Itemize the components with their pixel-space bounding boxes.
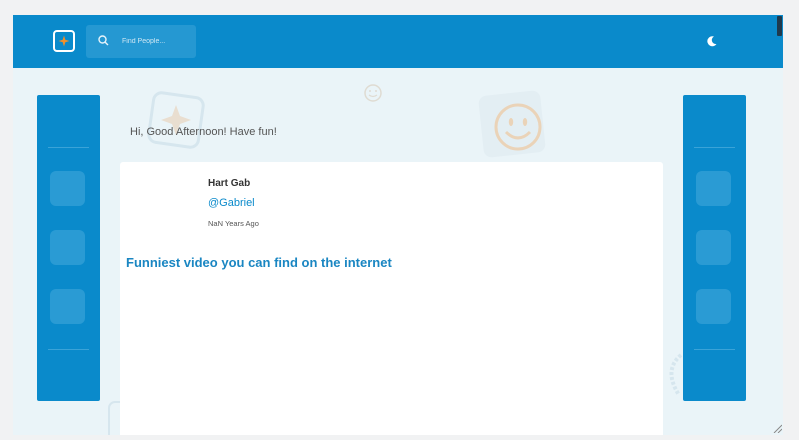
sidebar-tile[interactable]	[50, 289, 85, 324]
scrollbar-track[interactable]	[776, 15, 783, 435]
post-card: Hart Gab @Gabriel NaN Years Ago Funniest…	[120, 162, 663, 435]
sidebar-divider	[48, 147, 89, 148]
sidebar-divider	[694, 147, 735, 148]
top-navigation-bar	[13, 15, 783, 68]
moon-icon[interactable]	[706, 35, 718, 47]
post-timestamp: NaN Years Ago	[208, 219, 259, 228]
search-icon	[98, 35, 109, 46]
resize-grip-icon[interactable]	[772, 423, 782, 433]
sidebar-tile[interactable]	[696, 171, 731, 206]
left-sidebar	[37, 95, 100, 401]
sidebar-tile[interactable]	[696, 289, 731, 324]
sidebar-divider	[694, 349, 735, 350]
app-window: Hi, Good Afternoon! Have fun! Hart Gab @…	[13, 15, 783, 435]
author-handle-link[interactable]: @Gabriel	[208, 197, 255, 209]
sparkle-icon	[58, 35, 70, 47]
sparkle-tile-decoration-icon	[147, 91, 205, 149]
sidebar-tile[interactable]	[50, 230, 85, 265]
greeting-text: Hi, Good Afternoon! Have fun!	[130, 126, 277, 138]
sidebar-tile[interactable]	[50, 171, 85, 206]
right-sidebar	[683, 95, 746, 401]
small-smiley-decoration-icon	[364, 84, 382, 102]
search-box[interactable]	[86, 25, 196, 58]
sidebar-tile[interactable]	[696, 230, 731, 265]
logo-button[interactable]	[53, 30, 75, 52]
scrollbar-thumb[interactable]	[777, 16, 782, 36]
smiley-tile-decoration-icon	[478, 90, 546, 158]
post-title: Funniest video you can find on the inter…	[126, 255, 392, 270]
sidebar-divider	[48, 349, 89, 350]
search-input[interactable]	[122, 33, 192, 49]
author-name: Hart Gab	[208, 178, 251, 189]
